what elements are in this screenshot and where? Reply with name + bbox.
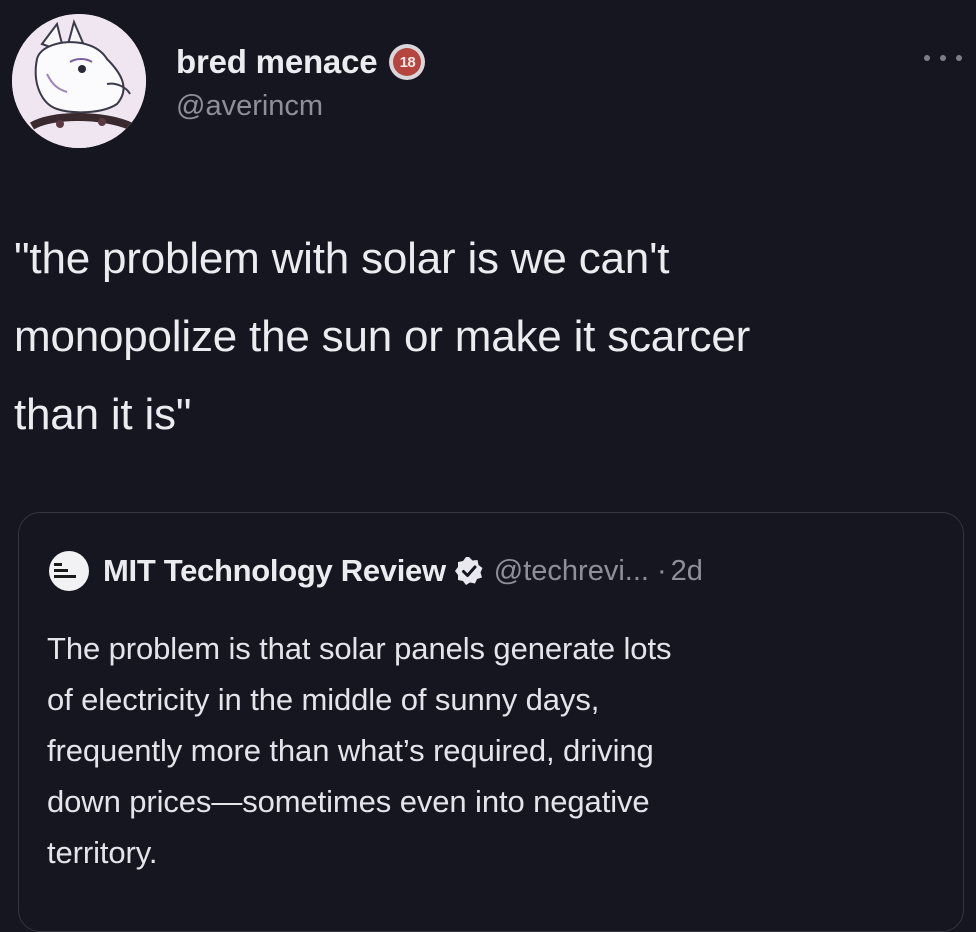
more-dot: [940, 55, 946, 61]
more-options-icon[interactable]: [924, 48, 962, 68]
tweet-text: "the problem with solar is we can't mono…: [14, 234, 751, 439]
age-badge-text: 18: [393, 48, 422, 76]
age-18-badge-icon: 18: [389, 44, 426, 80]
quoted-timestamp[interactable]: 2d: [671, 555, 703, 588]
more-dot: [956, 55, 962, 61]
tweet-header: bred menace 18 @averincm: [12, 14, 426, 148]
quoted-handle[interactable]: @techrevi...: [494, 555, 649, 588]
separator-dot: ·: [656, 554, 667, 587]
quoted-tweet-text: The problem is that solar panels generat…: [47, 631, 672, 870]
verified-badge-icon: [454, 557, 483, 585]
quoted-tweet-header: MIT Technology Review @techrevi... · 2d: [49, 551, 703, 591]
logo-bars: [54, 563, 76, 581]
quoted-display-name[interactable]: MIT Technology Review: [103, 553, 446, 589]
mit-technology-review-logo-icon[interactable]: [49, 551, 89, 591]
fox-avatar-icon: [12, 14, 146, 148]
user-avatar[interactable]: [12, 14, 146, 148]
quoted-tweet[interactable]: MIT Technology Review @techrevi... · 2d …: [18, 512, 964, 932]
display-name[interactable]: bred menace: [176, 43, 378, 81]
user-handle[interactable]: @averincm: [176, 90, 425, 123]
user-names: bred menace 18 @averincm: [176, 40, 426, 123]
more-dot: [924, 55, 930, 61]
name-row: bred menace 18: [176, 40, 426, 84]
tweet-card: bred menace 18 @averincm "the problem wi…: [0, 0, 976, 932]
